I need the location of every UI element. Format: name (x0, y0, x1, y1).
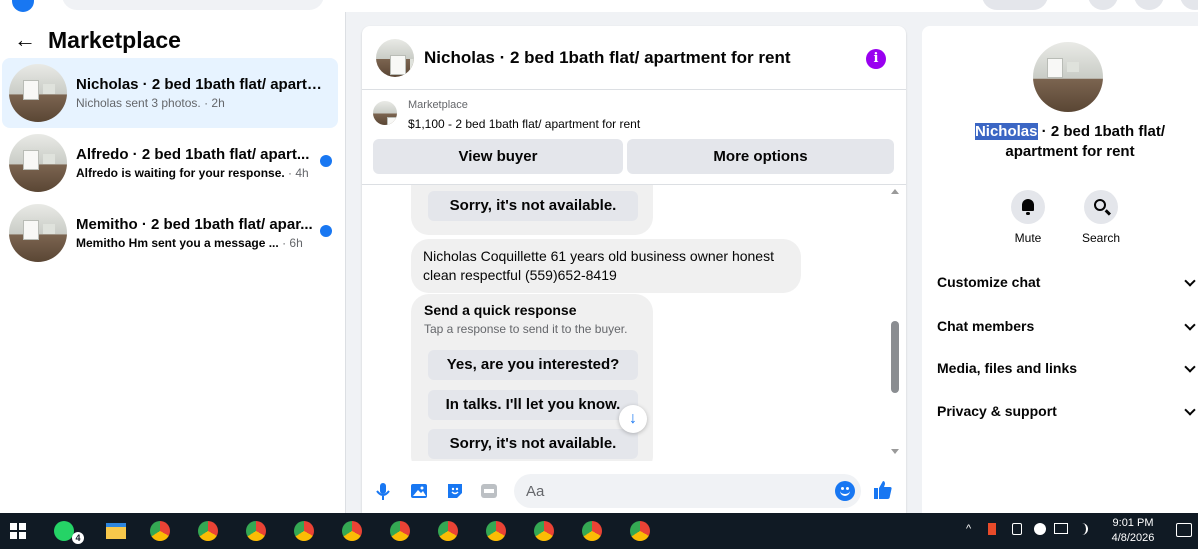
search-input[interactable] (62, 0, 324, 10)
thumbs-up-icon[interactable] (872, 479, 894, 501)
quick-response-button[interactable]: Sorry, it's not available. (428, 429, 638, 459)
chevron-down-icon (1184, 404, 1196, 416)
chat-panel: Nicholas · 2 bed 1bath flat/ apartment f… (362, 26, 906, 513)
sticker-icon[interactable] (445, 481, 465, 501)
scroll-down-arrow-icon[interactable] (891, 449, 899, 454)
message-input[interactable] (514, 474, 861, 508)
chat-title[interactable]: Nicholas · 2 bed 1bath flat/ apartment f… (424, 48, 791, 68)
top-bar (0, 0, 1198, 12)
back-arrow-icon[interactable]: ← (14, 27, 36, 53)
chrome-icon[interactable] (630, 521, 650, 541)
gif-icon[interactable] (479, 481, 499, 501)
search-icon (1094, 199, 1106, 211)
unread-indicator (320, 225, 332, 237)
scroll-up-arrow-icon[interactable] (891, 189, 899, 194)
chrome-icon[interactable] (438, 521, 458, 541)
listing-price[interactable]: $1,100 - 2 bed 1bath flat/ apartment for… (408, 117, 640, 131)
chat-avatar[interactable] (376, 39, 414, 77)
quick-response-button[interactable]: Yes, are you interested? (428, 350, 638, 380)
chrome-icon[interactable] (582, 521, 602, 541)
chrome-icon[interactable] (198, 521, 218, 541)
buyer-message: Nicholas Coquillette 61 years old busine… (411, 239, 801, 293)
bell-icon (1022, 199, 1034, 215)
conversation-preview: Memitho Hm sent you a message ... · 6h (76, 235, 303, 250)
quick-response-button[interactable]: In talks. I'll let you know. (428, 390, 638, 420)
page-title: Marketplace (48, 27, 181, 53)
listing-thumbnail (9, 134, 67, 192)
scrollbar[interactable] (888, 185, 902, 461)
marketplace-listing-card: Marketplace $1,100 - 2 bed 1bath flat/ a… (362, 90, 906, 185)
chevron-down-icon (1184, 275, 1196, 287)
listing-thumbnail (9, 204, 67, 262)
conversation-sidebar: ← Marketplace Nicholas · 2 bed 1bath fla… (0, 12, 346, 513)
network-icon[interactable] (1054, 523, 1068, 534)
chrome-icon[interactable] (486, 521, 506, 541)
conversation-preview: Alfredo is waiting for your response. · … (76, 165, 309, 180)
listing-avatar[interactable] (1033, 42, 1103, 112)
windows-start-icon[interactable] (10, 523, 26, 539)
conversation-item-memitho[interactable]: Memitho · 2 bed 1bath flat/ apar... Memi… (2, 198, 338, 268)
avatar[interactable] (1180, 0, 1198, 10)
more-options-button[interactable]: More options (627, 139, 894, 174)
whatsapp-icon[interactable] (54, 521, 74, 541)
tray-cloud-icon[interactable] (1034, 523, 1046, 535)
conversation-name: Nicholas · 2 bed 1bath flat/ apartm... (76, 75, 328, 93)
search-button[interactable]: Search (1071, 190, 1131, 245)
mute-label: Mute (1014, 231, 1042, 245)
listing-thumbnail (9, 64, 67, 122)
tray-device-icon[interactable] (1012, 523, 1022, 535)
facebook-logo-icon[interactable] (12, 0, 34, 12)
listing-thumbnail (373, 101, 397, 125)
taskbar: 4 ^ 9:01 PM 4/8/2026 (0, 513, 1198, 549)
whatsapp-badge: 4 (72, 532, 84, 544)
chrome-icon[interactable] (534, 521, 554, 541)
chat-details-panel: Nicholas · 2 bed 1bath flat/ apartment f… (922, 26, 1198, 513)
view-buyer-button[interactable]: View buyer (373, 139, 623, 174)
conversation-preview: Nicholas sent 3 photos. · 2h (76, 95, 225, 110)
conversation-item-nicholas[interactable]: Nicholas · 2 bed 1bath flat/ apartm... N… (2, 58, 338, 128)
privacy-support-section[interactable]: Privacy & support (937, 397, 1198, 425)
scroll-to-bottom-icon[interactable]: ↓ (619, 405, 647, 433)
chevron-down-icon (1184, 319, 1196, 331)
quick-response-subtitle: Tap a response to send it to the buyer. (424, 322, 628, 336)
system-clock[interactable]: 9:01 PM 4/8/2026 (1106, 516, 1160, 546)
highlighted-name: Nicholas (974, 123, 1038, 140)
conversation-item-alfredo[interactable]: Alfredo · 2 bed 1bath flat/ apart... Alf… (2, 128, 338, 198)
quick-response-button[interactable]: Sorry, it's not available. (428, 191, 638, 221)
tray-chevron-up-icon[interactable]: ^ (966, 523, 971, 535)
message-composer (362, 466, 906, 513)
unread-indicator (320, 155, 332, 167)
search-label: Search (1081, 231, 1121, 245)
photo-icon[interactable] (409, 481, 429, 501)
emoji-icon[interactable] (835, 481, 855, 501)
info-icon[interactable]: i (866, 49, 886, 69)
chat-header: Nicholas · 2 bed 1bath flat/ apartment f… (362, 26, 906, 90)
chrome-icon[interactable] (294, 521, 314, 541)
file-explorer-icon[interactable] (106, 523, 126, 539)
chrome-icon[interactable] (390, 521, 410, 541)
conversation-name: Alfredo · 2 bed 1bath flat/ apart... (76, 145, 310, 163)
message-list: Sorry, it's not available. Nicholas Coqu… (362, 185, 906, 461)
chrome-icon[interactable] (246, 521, 266, 541)
volume-icon[interactable] (1076, 523, 1088, 535)
quick-response-title: Send a quick response (424, 302, 577, 318)
conversation-name: Memitho · 2 bed 1bath flat/ apar... (76, 215, 313, 233)
menu-button[interactable] (1088, 0, 1118, 10)
customize-chat-section[interactable]: Customize chat (937, 268, 1198, 296)
media-files-links-section[interactable]: Media, files and links (937, 354, 1198, 382)
scrollbar-thumb[interactable] (891, 321, 899, 393)
header-button[interactable] (982, 0, 1048, 10)
details-title: Nicholas · 2 bed 1bath flat/ apartment f… (974, 123, 1166, 160)
chevron-down-icon (1184, 361, 1196, 373)
marketplace-header: ← Marketplace (14, 26, 181, 54)
chrome-icon[interactable] (150, 521, 170, 541)
microphone-icon[interactable] (373, 481, 393, 501)
tray-app-icon[interactable] (988, 523, 996, 535)
messenger-button[interactable] (1134, 0, 1164, 10)
mute-button[interactable]: Mute (998, 190, 1058, 245)
listing-source-label: Marketplace (408, 99, 468, 111)
chrome-icon[interactable] (342, 521, 362, 541)
notification-center-icon[interactable] (1176, 523, 1192, 537)
chat-members-section[interactable]: Chat members (937, 312, 1198, 340)
